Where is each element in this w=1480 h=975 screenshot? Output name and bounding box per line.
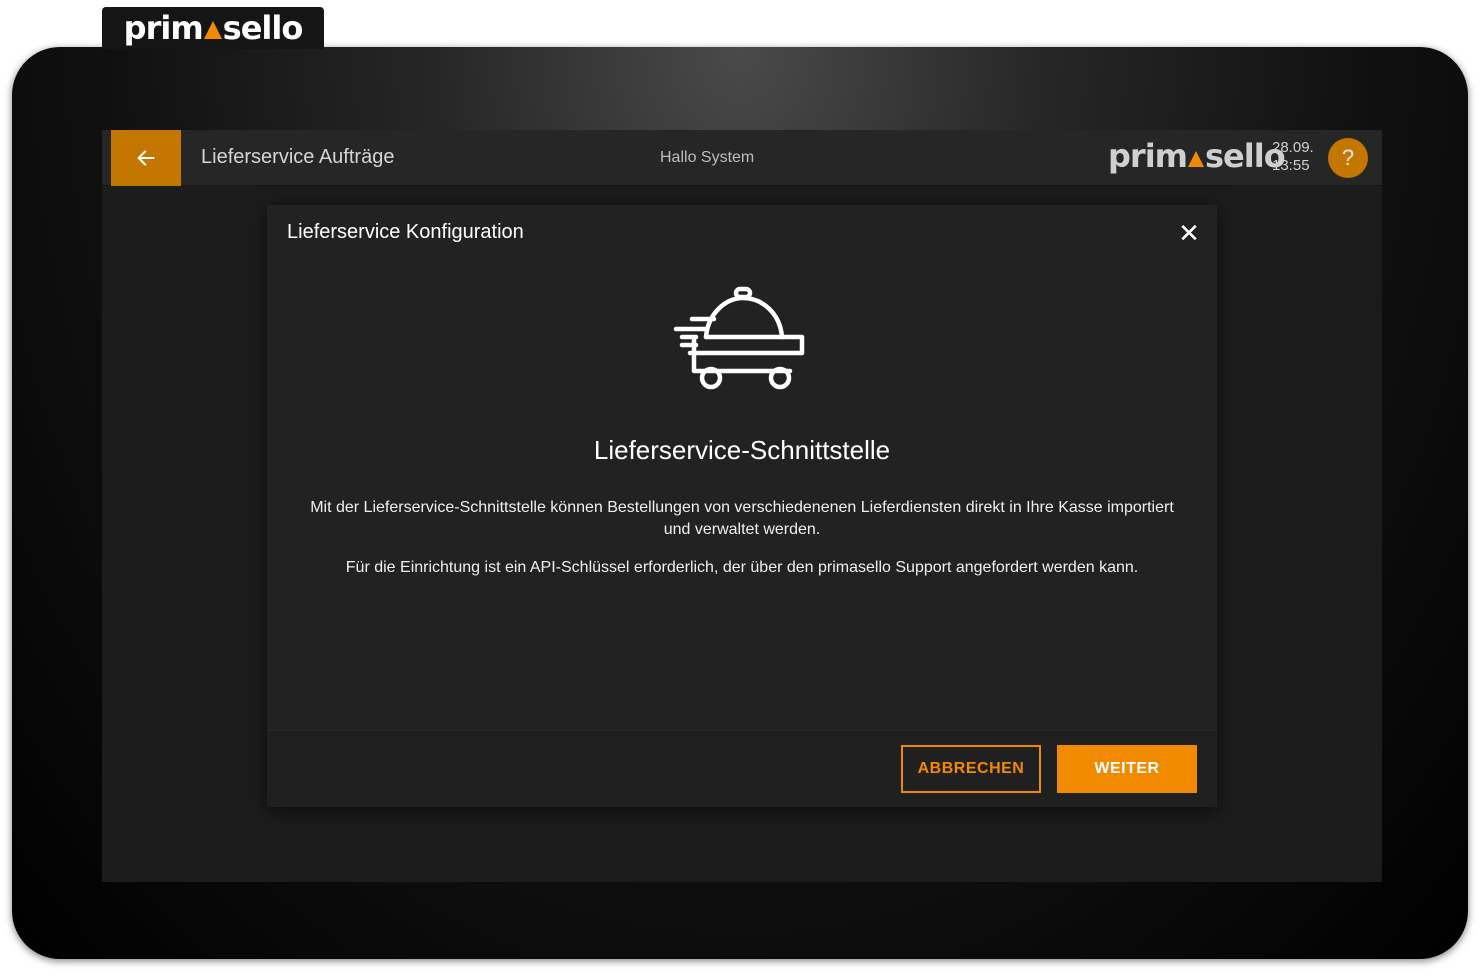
top-bar: Lieferservice Aufträge Hallo System prim… — [102, 130, 1382, 186]
dialog-description: Mit der Lieferservice-Schnittstelle könn… — [310, 499, 1174, 538]
brand-logo: prim sello — [123, 9, 304, 47]
logo-text-prim: prim — [1108, 137, 1188, 175]
app-screen: Lieferservice Aufträge Hallo System prim… — [102, 130, 1382, 882]
dialog-api-note: Für die Einrichtung ist ein API-Schlüsse… — [345, 559, 1139, 576]
back-button[interactable] — [111, 130, 181, 186]
delivery-cart-icon — [673, 286, 805, 390]
help-button[interactable]: ? — [1328, 138, 1368, 178]
date-time: 28.09. 13:55 — [1272, 139, 1314, 175]
dialog-heading: Lieferservice-Schnittstelle — [593, 435, 891, 465]
arrow-left-icon — [137, 150, 155, 166]
brand-tab: prim sello — [102, 7, 324, 49]
close-button[interactable]: ✕ — [1175, 217, 1203, 248]
dialog-footer: ABBRECHEN WEITER — [267, 730, 1217, 807]
logo-a-mark — [203, 21, 222, 39]
greeting-text: Hallo System — [660, 149, 755, 166]
logo-a-mark — [1188, 151, 1204, 167]
cancel-button[interactable]: ABBRECHEN — [901, 745, 1041, 793]
config-dialog: Lieferservice Konfiguration ✕ Lieferserv… — [267, 205, 1217, 807]
page-title: Lieferservice Aufträge — [201, 146, 395, 168]
next-button[interactable]: WEITER — [1057, 745, 1197, 793]
help-icon: ? — [1341, 145, 1355, 170]
logo-text-prim: prim — [123, 9, 204, 47]
dialog-title: Lieferservice Konfiguration — [287, 221, 524, 243]
topbar-logo: prim sello — [1108, 137, 1286, 175]
logo-text-sello: sello — [222, 9, 304, 47]
close-icon: ✕ — [1178, 217, 1200, 248]
date-text: 28.09. — [1272, 139, 1314, 156]
time-text: 13:55 — [1272, 157, 1310, 174]
